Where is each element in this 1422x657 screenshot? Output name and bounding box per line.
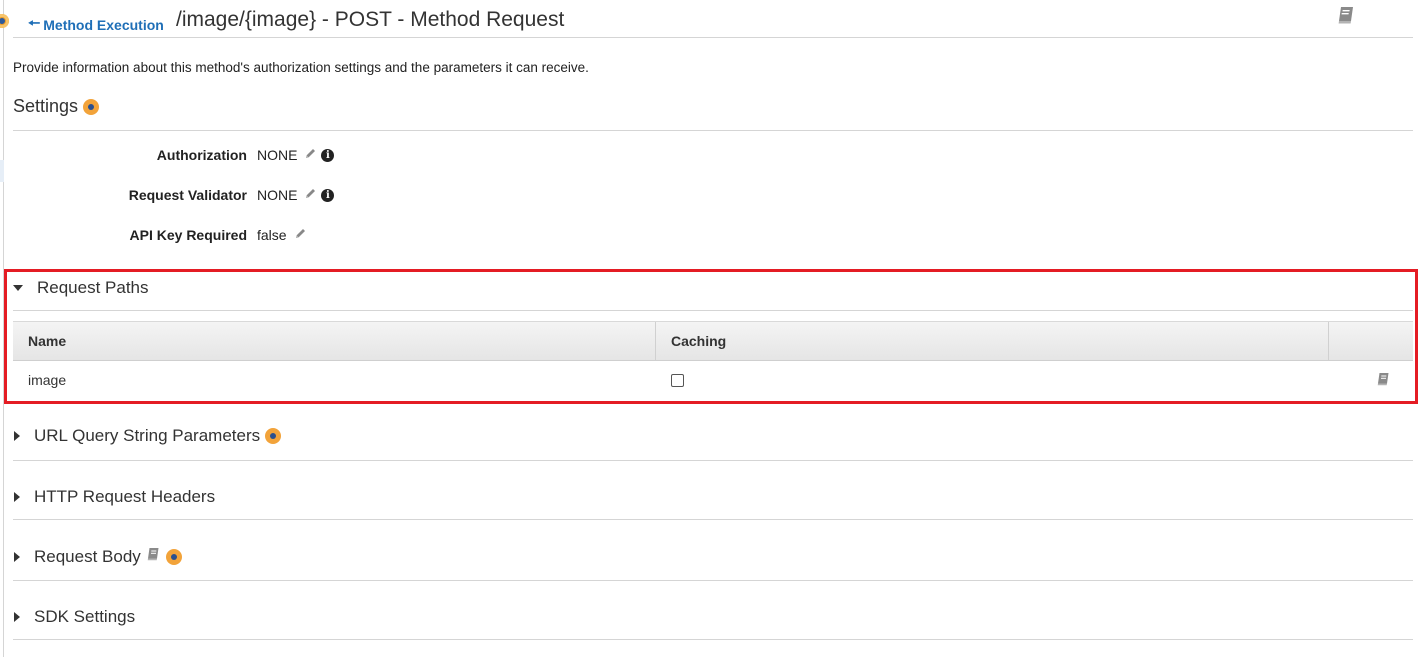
table-row: image <box>13 361 1413 399</box>
api-key-required-value: false <box>257 227 287 243</box>
setting-request-validator: Request Validator NONE i <box>0 187 500 207</box>
section-title: Request Paths <box>37 278 149 297</box>
setting-label: Request Validator <box>128 187 247 203</box>
section-title: SDK Settings <box>34 607 136 626</box>
caret-right-icon <box>14 551 20 562</box>
method-execution-back-link[interactable]: 🠔 Method Execution <box>28 13 164 37</box>
help-badge-icon[interactable] <box>165 548 182 565</box>
section-divider <box>13 580 1413 581</box>
arrow-left-icon: 🠔 <box>28 15 41 31</box>
pencil-icon[interactable] <box>304 147 317 163</box>
actions-cell <box>1329 361 1413 399</box>
page-description: Provide information about this method's … <box>13 60 589 75</box>
pencil-icon[interactable] <box>304 187 317 203</box>
section-divider <box>13 310 1413 311</box>
caret-right-icon <box>14 431 20 441</box>
help-badge-icon[interactable] <box>0 14 9 28</box>
request-paths-table: Name Caching image <box>13 321 1413 399</box>
caching-cell <box>656 361 1329 399</box>
http-request-headers-toggle[interactable]: HTTP Request Headers <box>13 487 215 507</box>
setting-value: NONE i <box>257 147 335 163</box>
settings-divider <box>13 130 1413 131</box>
settings-title: Settings <box>13 96 79 116</box>
url-query-string-toggle[interactable]: URL Query String Parameters <box>13 426 282 446</box>
book-icon[interactable] <box>1335 4 1357 31</box>
help-badge-icon[interactable] <box>265 428 282 444</box>
request-body-toggle[interactable]: Request Body <box>13 546 182 567</box>
setting-authorization: Authorization NONE i <box>0 147 500 167</box>
setting-label: API Key Required <box>129 227 247 243</box>
info-icon[interactable]: i <box>321 148 335 162</box>
book-icon[interactable] <box>145 546 161 567</box>
page-header: 🠔 Method Execution /image/{image} - POST… <box>13 0 1413 38</box>
authorization-value: NONE <box>257 147 298 163</box>
help-badge-icon[interactable] <box>83 98 100 115</box>
section-title: URL Query String Parameters <box>34 426 261 445</box>
column-header-name: Name <box>13 322 656 360</box>
section-divider <box>13 460 1413 461</box>
caching-checkbox[interactable] <box>671 373 684 387</box>
pencil-icon[interactable] <box>294 227 307 243</box>
caret-right-icon <box>14 612 20 622</box>
info-icon[interactable]: i <box>321 188 335 202</box>
section-divider <box>13 519 1413 520</box>
sdk-settings-toggle[interactable]: SDK Settings <box>13 607 135 627</box>
section-divider <box>13 639 1413 640</box>
page-title: /image/{image} - POST - Method Request <box>176 8 565 31</box>
section-title: Request Body <box>34 546 141 566</box>
caret-right-icon <box>14 492 20 502</box>
request-validator-value: NONE <box>257 187 298 203</box>
setting-value: false <box>257 227 307 243</box>
column-header-actions <box>1329 322 1413 360</box>
settings-heading: Settings <box>13 96 100 117</box>
book-icon[interactable] <box>1375 371 1391 390</box>
setting-api-key-required: API Key Required false <box>0 227 500 247</box>
request-paths-toggle[interactable]: Request Paths <box>13 278 149 298</box>
section-title: HTTP Request Headers <box>34 487 216 506</box>
table-header: Name Caching <box>13 321 1413 361</box>
back-link-label: Method Execution <box>43 17 164 33</box>
setting-value: NONE i <box>257 187 335 203</box>
setting-label: Authorization <box>156 147 247 163</box>
column-header-caching: Caching <box>656 322 1329 360</box>
caret-down-icon <box>13 285 23 291</box>
path-name-cell: image <box>28 372 67 388</box>
